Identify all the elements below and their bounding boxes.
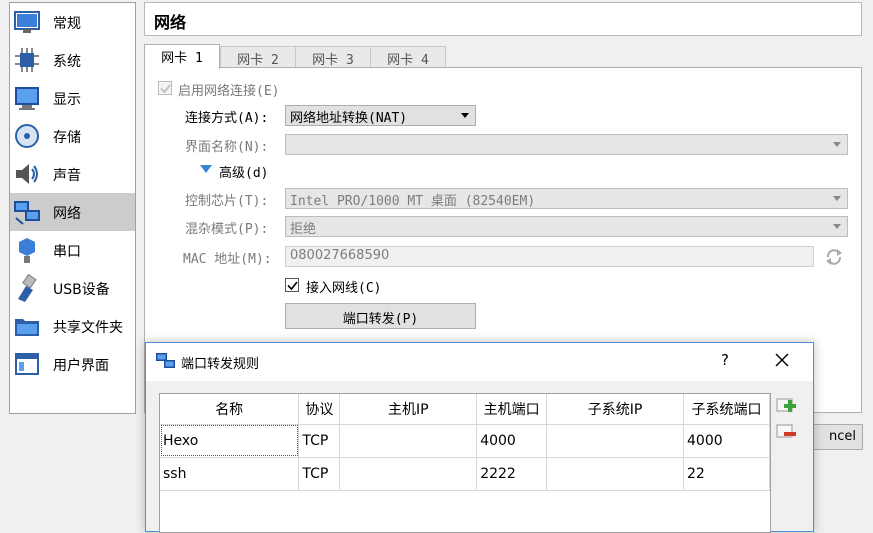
attach-label: 连接方式(A):	[185, 111, 269, 126]
tab-adapter-1[interactable]: 网卡 1	[144, 44, 220, 69]
rule-host-port-cell[interactable]: 4000	[476, 424, 548, 458]
serial-port-icon	[19, 238, 35, 263]
rule-guest-port-cell[interactable]: 4000	[683, 424, 770, 458]
column-header-guest-ip[interactable]: 子系统IP	[546, 394, 684, 425]
adapter-type-label: 控制芯片(T):	[185, 194, 269, 209]
settings-sidebar: 常规 系统 显示 存储 声音 网络 串口 USB设备 共享文件夹 用户界面	[9, 2, 136, 414]
sidebar-item-audio[interactable]: 声音	[10, 155, 135, 193]
checkmark-icon	[287, 281, 298, 291]
user-interface-icon	[15, 353, 39, 375]
sidebar-item-label: 系统	[53, 54, 81, 70]
page-title: 网络	[144, 2, 862, 36]
promiscuous-label: 混杂模式(P):	[185, 222, 269, 237]
sidebar-item-label: 存储	[53, 130, 81, 146]
rules-table: 名称 协议 主机IP 主机端口 子系统IP 子系统端口 Hexo TCP 400…	[159, 393, 771, 533]
dropdown-arrow-icon	[833, 224, 841, 229]
expand-triangle-icon[interactable]	[200, 165, 212, 175]
sidebar-item-system[interactable]: 系统	[10, 41, 135, 79]
checkmark-icon	[160, 84, 171, 94]
port-forwarding-dialog: 端口转发规则 ? 名称 协议 主机IP 主机端口 子系统IP 子系统端口 Hex…	[145, 342, 814, 533]
promiscuous-value: 拒绝	[290, 222, 317, 237]
rule-protocol-cell[interactable]: TCP	[298, 424, 341, 458]
tab-adapter-3[interactable]: 网卡 3	[295, 46, 371, 68]
rule-guest-ip-cell[interactable]	[546, 424, 684, 458]
sidebar-item-label: 显示	[53, 92, 81, 108]
tab-adapter-4[interactable]: 网卡 4	[370, 46, 446, 68]
dropdown-arrow-icon	[833, 142, 841, 147]
network-icon	[14, 201, 40, 225]
adapter-type-value: Intel PRO/1000 MT 桌面 (82540EM)	[290, 194, 536, 209]
sidebar-item-label: 网络	[53, 206, 81, 222]
sidebar-item-display[interactable]: 显示	[10, 79, 135, 117]
rule-guest-ip-cell[interactable]	[546, 457, 684, 491]
usb-icon	[18, 274, 37, 302]
dialog-title: 端口转发规则	[181, 357, 260, 372]
rule-name-cell[interactable]: ssh	[160, 457, 300, 491]
cable-connected-checkbox[interactable]	[285, 278, 299, 292]
shared-folder-icon	[15, 319, 39, 336]
column-header-name[interactable]: 名称	[160, 394, 300, 425]
column-header-protocol[interactable]: 协议	[298, 394, 341, 425]
display-icon	[15, 87, 39, 110]
sidebar-item-user-interface[interactable]: 用户界面	[10, 345, 135, 383]
system-icon	[15, 48, 39, 72]
column-header-guest-port[interactable]: 子系统端口	[683, 394, 770, 425]
storage-icon	[15, 124, 39, 148]
interface-name-label: 界面名称(N):	[185, 140, 269, 155]
column-header-host-port[interactable]: 主机端口	[476, 394, 548, 425]
attach-mode-value: 网络地址转换(NAT)	[290, 111, 408, 126]
refresh-mac-icon[interactable]	[824, 247, 844, 267]
rule-host-ip-cell[interactable]	[339, 424, 478, 458]
table-row[interactable]: Hexo TCP 4000 4000	[160, 424, 770, 458]
dropdown-arrow-icon	[461, 113, 469, 118]
rule-host-ip-cell[interactable]	[339, 457, 478, 491]
sidebar-item-usb[interactable]: USB设备	[10, 269, 135, 307]
dialog-titlebar[interactable]: 端口转发规则 ?	[146, 343, 813, 381]
dropdown-arrow-icon	[833, 196, 841, 201]
audio-icon	[16, 164, 38, 184]
network-icon	[156, 353, 175, 368]
mac-address-value: 080027668590	[290, 248, 390, 263]
cable-connected-label: 接入网线(C)	[306, 281, 382, 296]
rule-protocol-cell[interactable]: TCP	[298, 457, 341, 491]
cancel-button-label: ncel	[829, 429, 856, 444]
enable-network-label: 启用网络连接(E)	[178, 84, 280, 99]
rule-host-port-cell[interactable]: 2222	[476, 457, 548, 491]
tab-adapter-2[interactable]: 网卡 2	[220, 46, 296, 68]
sidebar-item-label: 用户界面	[53, 358, 109, 374]
enable-network-checkbox[interactable]	[158, 81, 172, 95]
sidebar-item-label: 常规	[53, 16, 81, 32]
interface-name-select[interactable]	[285, 134, 848, 155]
column-header-host-ip[interactable]: 主机IP	[339, 394, 478, 425]
sidebar-item-storage[interactable]: 存储	[10, 117, 135, 155]
table-row[interactable]: ssh TCP 2222 22	[160, 457, 770, 491]
promiscuous-select[interactable]: 拒绝	[285, 216, 848, 237]
help-button[interactable]: ?	[715, 351, 735, 369]
sidebar-item-label: 串口	[53, 244, 81, 260]
port-forwarding-button[interactable]: 端口转发(P)	[285, 303, 476, 329]
sidebar-item-label: 共享文件夹	[53, 320, 123, 336]
rule-guest-port-cell[interactable]: 22	[683, 457, 770, 491]
add-rule-icon[interactable]	[774, 395, 798, 419]
sidebar-item-label: USB设备	[53, 282, 110, 298]
sidebar-item-serial-port[interactable]: 串口	[10, 231, 135, 269]
table-header-row: 名称 协议 主机IP 主机端口 子系统IP 子系统端口	[160, 394, 770, 425]
adapter-type-select[interactable]: Intel PRO/1000 MT 桌面 (82540EM)	[285, 188, 848, 209]
sidebar-item-shared-folders[interactable]: 共享文件夹	[10, 307, 135, 345]
remove-rule-icon[interactable]	[774, 421, 798, 445]
mac-address-label: MAC 地址(M):	[183, 252, 272, 267]
sidebar-item-general[interactable]: 常规	[10, 3, 135, 41]
sidebar-item-label: 声音	[53, 168, 81, 184]
mac-address-field[interactable]: 080027668590	[285, 246, 814, 267]
advanced-toggle[interactable]: 高级(d)	[219, 162, 268, 181]
rule-name-cell[interactable]: Hexo	[160, 424, 300, 458]
general-icon	[14, 11, 40, 33]
sidebar-item-network[interactable]: 网络	[10, 193, 135, 231]
attach-mode-select[interactable]: 网络地址转换(NAT)	[285, 105, 476, 126]
close-icon[interactable]	[772, 350, 792, 370]
